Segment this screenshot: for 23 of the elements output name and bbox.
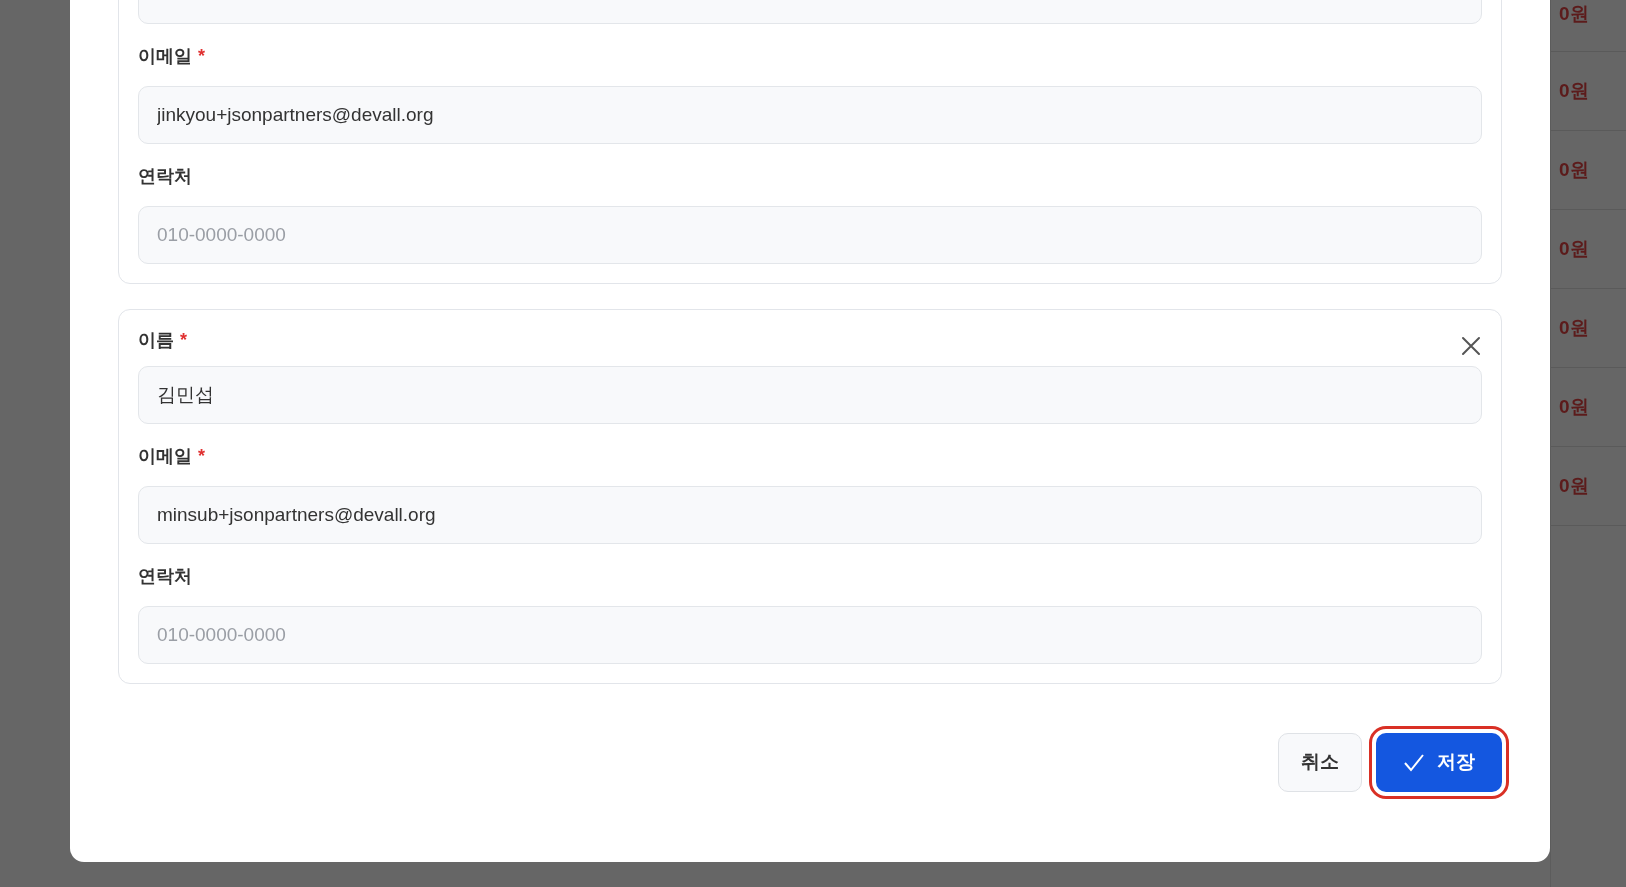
amount-text: 0원 (1559, 78, 1589, 103)
field-label: 이메일 (138, 446, 192, 466)
close-icon (1461, 336, 1481, 356)
input-field[interactable]: jinkyou+jsonpartners@devall.org (138, 86, 1482, 144)
field-label: 연락처 (138, 166, 192, 186)
required-mark: * (198, 46, 205, 66)
input-field[interactable]: minsub+jsonpartners@devall.org (138, 486, 1482, 544)
input-field[interactable]: 010-0000-0000 (138, 206, 1482, 264)
amount-text: 0원 (1559, 236, 1589, 261)
cancel-button[interactable]: 취소 (1278, 733, 1362, 792)
required-mark: * (198, 446, 205, 466)
field-label: 이메일 (138, 46, 192, 66)
amount-text: 0원 (1559, 394, 1589, 419)
required-mark: * (180, 330, 187, 350)
amount-text: 0원 (1559, 2, 1589, 26)
input-field[interactable]: 010-0000-0000 (138, 606, 1482, 664)
amount-text: 0원 (1559, 315, 1589, 340)
input-field[interactable]: 김민섭 (138, 366, 1482, 424)
check-icon (1403, 752, 1425, 773)
field-label: 이름 (138, 330, 174, 350)
field-label: 연락처 (138, 566, 192, 586)
amount-text: 0원 (1559, 157, 1589, 182)
amount-text: 0원 (1559, 473, 1589, 498)
